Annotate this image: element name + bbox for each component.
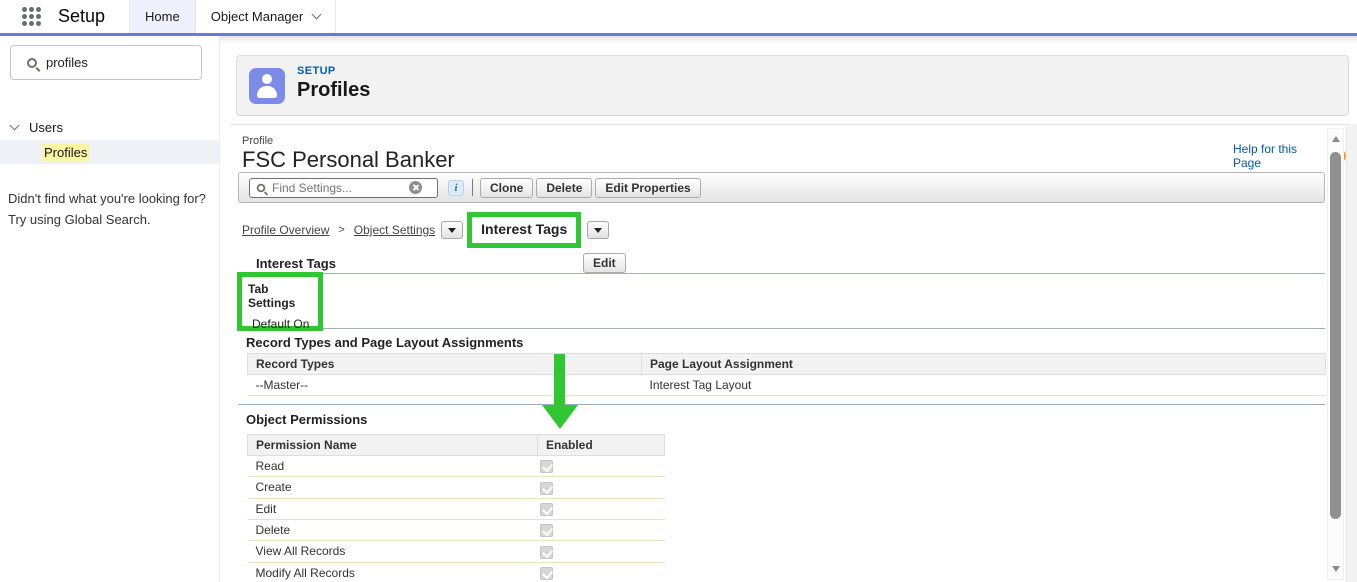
global-header: Setup Home Object Manager bbox=[0, 0, 1357, 33]
column-page-layout-assignment: Page Layout Assignment bbox=[642, 354, 1326, 375]
edit-properties-button[interactable]: Edit Properties bbox=[595, 178, 700, 198]
table-cell: Interest Tag Layout bbox=[642, 375, 1326, 396]
scrollbar-down-arrow-icon[interactable] bbox=[1332, 566, 1340, 572]
toolbar-divider bbox=[472, 179, 473, 196]
record-types-heading: Record Types and Page Layout Assignments bbox=[246, 335, 523, 350]
section-divider bbox=[238, 404, 1325, 405]
permission-row: View All Records bbox=[248, 541, 665, 562]
object-settings-dropdown-button[interactable] bbox=[441, 221, 463, 239]
table-header-row: Record Types Page Layout Assignment bbox=[248, 354, 1326, 375]
enabled-cell bbox=[538, 477, 665, 498]
search-icon bbox=[257, 183, 266, 192]
permission-row: Modify All Records bbox=[248, 562, 665, 582]
setup-tabs: Home Object Manager bbox=[129, 0, 336, 33]
record-types-table: Record Types Page Layout Assignment --Ma… bbox=[247, 353, 1326, 396]
tab-settings-value: Default On bbox=[252, 317, 318, 331]
enabled-checkbox bbox=[540, 482, 553, 495]
interest-tags-section-header: Interest Tags Edit bbox=[238, 255, 1325, 274]
setup-screen: Setup Home Object Manager Users Profiles… bbox=[0, 0, 1357, 582]
breadcrumb: Profile Overview > Object Settings Inter… bbox=[242, 212, 609, 248]
permission-name: View All Records bbox=[248, 541, 538, 562]
breadcrumb-object-settings[interactable]: Object Settings bbox=[354, 223, 435, 237]
table-cell: --Master-- bbox=[248, 375, 642, 396]
object-permissions-table: Permission Name Enabled ReadCreateEditDe… bbox=[247, 434, 665, 582]
edit-button[interactable]: Edit bbox=[583, 253, 626, 273]
section-divider bbox=[238, 328, 1325, 329]
annotation-box-interest-tags: Interest Tags bbox=[467, 212, 581, 248]
quick-find-input[interactable] bbox=[46, 55, 186, 70]
quick-find-box[interactable] bbox=[10, 45, 202, 80]
app-launcher-icon[interactable] bbox=[22, 7, 41, 26]
annotation-arrow bbox=[554, 354, 565, 406]
tab-settings-label: Tab Settings bbox=[248, 282, 318, 310]
sidebar-footer-text: Didn't find what you're looking for? Try… bbox=[8, 188, 213, 230]
enabled-cell bbox=[538, 456, 665, 477]
record-types-tbody: --Master--Interest Tag Layout bbox=[248, 375, 1326, 396]
clear-search-icon[interactable] bbox=[409, 181, 422, 194]
permission-row: Delete bbox=[248, 519, 665, 540]
info-icon[interactable]: i bbox=[448, 180, 464, 196]
permission-name: Create bbox=[248, 477, 538, 498]
annotation-arrow-head bbox=[542, 405, 578, 429]
enabled-checkbox bbox=[540, 503, 553, 516]
column-enabled: Enabled bbox=[538, 435, 665, 456]
setup-eyebrow: SETUP bbox=[297, 65, 336, 77]
tab-home[interactable]: Home bbox=[129, 0, 195, 33]
object-permissions-heading: Object Permissions bbox=[246, 412, 367, 427]
header-shadow bbox=[220, 36, 1357, 44]
profile-user-icon bbox=[249, 68, 285, 104]
panel-scrollbar bbox=[1327, 128, 1344, 580]
delete-button[interactable]: Delete bbox=[536, 178, 592, 198]
table-header-row: Permission Name Enabled bbox=[248, 435, 665, 456]
permission-row: Read bbox=[248, 456, 665, 477]
page-header-card: SETUP Profiles bbox=[236, 55, 1349, 116]
chevron-down-icon bbox=[312, 10, 322, 20]
column-permission-name: Permission Name bbox=[248, 435, 538, 456]
permission-name: Modify All Records bbox=[248, 562, 538, 582]
sidebar-item-profiles[interactable]: Profiles bbox=[0, 140, 220, 164]
find-settings-box[interactable] bbox=[249, 178, 438, 198]
enabled-cell bbox=[538, 541, 665, 562]
profile-label: Profile bbox=[242, 135, 273, 147]
scrollbar-thumb[interactable] bbox=[1330, 152, 1341, 519]
find-settings-input[interactable] bbox=[272, 181, 407, 195]
page-right-gutter bbox=[1346, 124, 1357, 582]
enabled-checkbox bbox=[540, 546, 553, 559]
triangle-down-icon bbox=[448, 228, 456, 233]
triangle-down-icon bbox=[594, 228, 602, 233]
permission-name: Read bbox=[248, 456, 538, 477]
sidebar-section-users[interactable]: Users bbox=[0, 114, 220, 140]
enabled-cell bbox=[538, 519, 665, 540]
breadcrumb-separator: > bbox=[338, 224, 344, 236]
permission-row: Edit bbox=[248, 498, 665, 519]
profile-detail-panel: Profile FSC Personal Banker Help for thi… bbox=[230, 124, 1346, 582]
annotation-box-tab-settings: Tab Settings Default On bbox=[237, 272, 323, 331]
profile-toolbar: i Clone Delete Edit Properties bbox=[238, 172, 1325, 203]
scrollbar-up-arrow-icon[interactable] bbox=[1332, 136, 1340, 142]
setup-sidebar: Users Profiles Didn't find what you're l… bbox=[0, 36, 220, 582]
chevron-down-icon bbox=[10, 121, 20, 131]
permission-row: Create bbox=[248, 477, 665, 498]
breadcrumb-profile-overview[interactable]: Profile Overview bbox=[242, 223, 329, 237]
object-permissions-tbody: ReadCreateEditDeleteView All RecordsModi… bbox=[248, 456, 665, 582]
profile-name: FSC Personal Banker bbox=[242, 147, 455, 173]
app-title: Setup bbox=[58, 6, 105, 27]
record-type-row: --Master--Interest Tag Layout bbox=[248, 375, 1326, 396]
page-title: Profiles bbox=[297, 79, 370, 102]
interest-tags-dropdown-button[interactable] bbox=[587, 221, 609, 239]
column-record-types: Record Types bbox=[248, 354, 642, 375]
permission-name: Delete bbox=[248, 519, 538, 540]
clone-button[interactable]: Clone bbox=[480, 178, 533, 198]
enabled-cell bbox=[538, 562, 665, 582]
tab-object-manager[interactable]: Object Manager bbox=[195, 0, 337, 33]
breadcrumb-current: Interest Tags bbox=[481, 221, 567, 237]
section-title: Interest Tags bbox=[256, 255, 336, 273]
permission-name: Edit bbox=[248, 498, 538, 519]
enabled-checkbox bbox=[540, 567, 553, 580]
enabled-checkbox bbox=[540, 524, 553, 537]
search-icon bbox=[27, 58, 37, 68]
enabled-checkbox bbox=[540, 460, 553, 473]
header-accent-bar bbox=[0, 33, 1357, 36]
enabled-cell bbox=[538, 498, 665, 519]
